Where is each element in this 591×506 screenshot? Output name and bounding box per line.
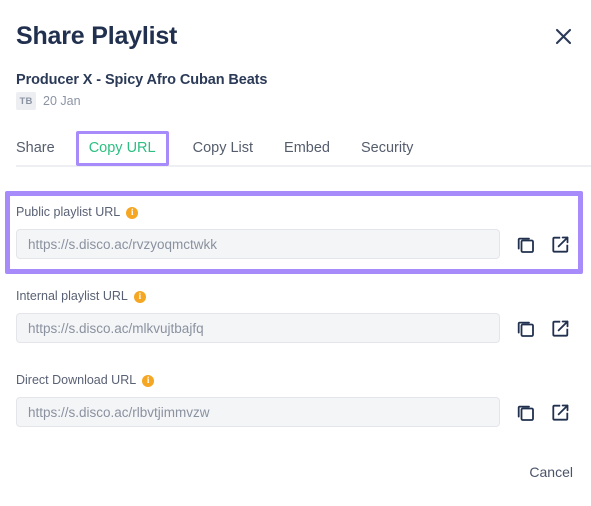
field-label-row: Public playlist URL i	[16, 204, 571, 221]
tab-copy-url[interactable]: Copy URL	[75, 131, 169, 166]
tab-copy-list[interactable]: Copy List	[193, 131, 253, 166]
info-icon[interactable]: i	[126, 206, 139, 219]
tab-bar: Share Copy URL Copy List Embed Security	[16, 131, 591, 167]
direct-download-url-field: Direct Download URL i	[16, 372, 571, 427]
internal-playlist-url-label: Internal playlist URL	[16, 289, 128, 303]
copy-icon[interactable]	[515, 401, 535, 423]
external-link-icon[interactable]	[550, 233, 570, 255]
external-link-icon[interactable]	[550, 401, 570, 423]
public-playlist-url-input[interactable]	[16, 229, 500, 259]
internal-playlist-url-input[interactable]	[16, 313, 500, 343]
internal-playlist-url-field: Internal playlist URL i	[16, 288, 571, 343]
page-title: Share Playlist	[16, 22, 178, 50]
info-icon[interactable]: i	[133, 290, 146, 303]
public-playlist-url-field: Public playlist URL i	[16, 204, 571, 259]
tab-security[interactable]: Security	[361, 131, 413, 166]
direct-download-url-input[interactable]	[16, 397, 500, 427]
field-input-row	[16, 397, 571, 427]
external-link-icon[interactable]	[550, 317, 570, 339]
playlist-date: 20 Jan	[43, 94, 81, 108]
close-icon[interactable]	[551, 24, 575, 48]
avatar: TB	[16, 92, 36, 110]
field-label-row: Internal playlist URL i	[16, 288, 571, 305]
copy-icon[interactable]	[515, 233, 535, 255]
share-playlist-dialog: Share Playlist Producer X - Spicy Afro C…	[0, 0, 591, 506]
tab-share[interactable]: Share	[16, 131, 55, 166]
field-input-row	[16, 313, 571, 343]
tab-embed[interactable]: Embed	[284, 131, 330, 166]
cancel-button[interactable]: Cancel	[529, 462, 573, 482]
info-icon[interactable]: i	[142, 374, 155, 387]
field-label-row: Direct Download URL i	[16, 372, 571, 389]
dialog-header: Share Playlist	[16, 20, 575, 60]
copy-icon[interactable]	[515, 317, 535, 339]
direct-download-url-label: Direct Download URL	[16, 373, 137, 387]
public-playlist-url-label: Public playlist URL	[16, 205, 121, 219]
field-input-row	[16, 229, 571, 259]
playlist-meta: TB 20 Jan	[16, 92, 81, 110]
playlist-name: Producer X - Spicy Afro Cuban Beats	[16, 72, 268, 88]
